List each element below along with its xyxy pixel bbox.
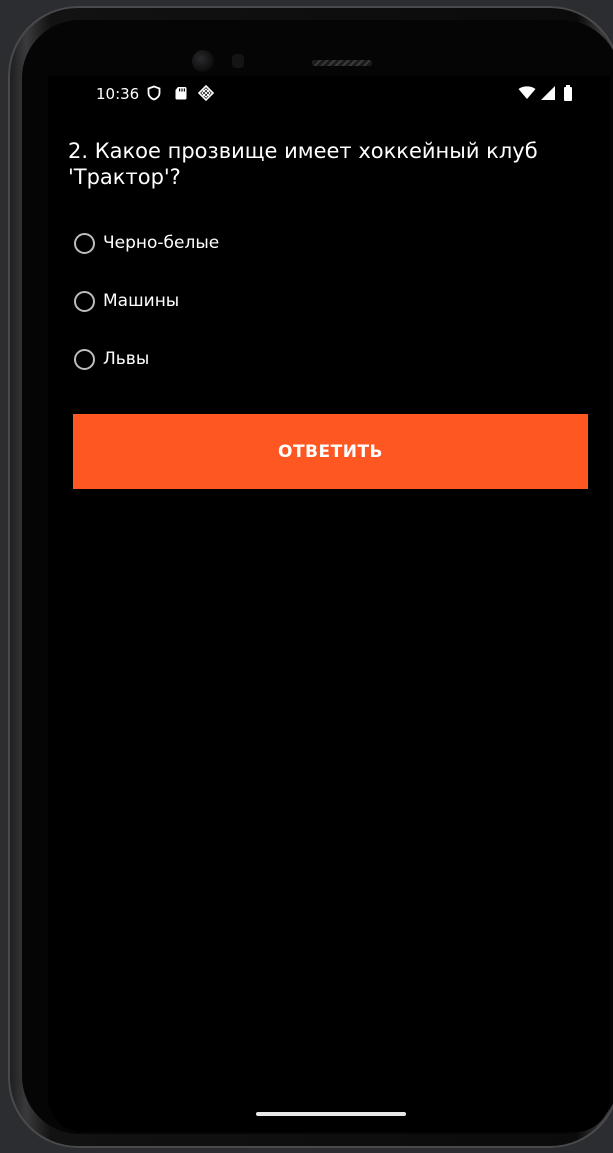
battery-icon	[563, 85, 573, 101]
radio-button[interactable]	[74, 290, 95, 312]
submit-answer-button[interactable]: ОТВЕТИТЬ	[73, 414, 588, 489]
front-camera	[192, 50, 214, 72]
radio-button[interactable]	[74, 232, 95, 254]
app-screen: 10:36 2. Какое прозвище имеет хоккейный …	[48, 76, 610, 1132]
status-time: 10:36	[96, 85, 140, 103]
earpiece-speaker	[312, 60, 372, 66]
wifi-icon	[518, 85, 536, 101]
question-text: 2. Какое прозвище имеет хоккейный клуб '…	[68, 139, 538, 189]
answer-option[interactable]: Львы	[74, 342, 149, 376]
data-saver-icon	[197, 84, 215, 102]
phone-frame: 10:36 2. Какое прозвище имеет хоккейный …	[8, 6, 613, 1148]
cell-signal-icon	[540, 85, 556, 101]
shield-icon	[146, 85, 162, 101]
proximity-sensor	[232, 54, 244, 68]
option-label: Машины	[103, 291, 180, 311]
home-indicator[interactable]	[256, 1112, 406, 1116]
sd-card-icon	[173, 85, 189, 101]
status-bar: 10:36	[48, 76, 610, 112]
answer-option[interactable]: Черно-белые	[74, 226, 219, 260]
option-label: Львы	[103, 349, 150, 369]
radio-button[interactable]	[74, 348, 95, 370]
option-label: Черно-белые	[103, 233, 220, 253]
answer-option[interactable]: Машины	[74, 284, 179, 318]
